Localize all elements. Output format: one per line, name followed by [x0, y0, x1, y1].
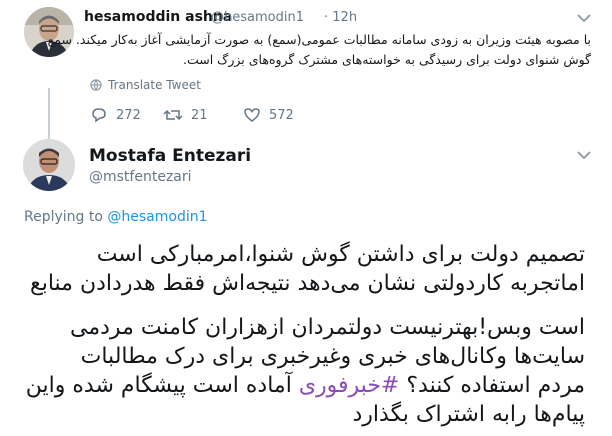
replying-to-prefix: Replying to [24, 209, 103, 225]
replying-to-mention-link[interactable]: @hesamodin1 [107, 209, 207, 225]
like-button[interactable]: 572 [243, 107, 294, 123]
main-tweet-text-line-3: است وبس!بهترنیست دولتمردان ازهزاران کامن… [70, 315, 585, 340]
main-tweet-text-line-2: اماتجربه کاردولتی نشان می‌دهد نتیجه‌اش ف… [30, 271, 585, 296]
retweet-count: 21 [191, 107, 208, 123]
timestamp-separator: · [324, 10, 329, 25]
retweet-button[interactable]: 21 [163, 107, 208, 123]
hashtag-link[interactable]: #خبرفوری [299, 373, 400, 398]
reply-count: 272 [116, 107, 141, 123]
main-tweet-menu-button[interactable] [572, 145, 596, 165]
chevron-down-icon [577, 150, 591, 159]
quoted-tweet-menu-button[interactable] [572, 8, 596, 28]
replying-to-line: Replying to @hesamodin1 [24, 209, 208, 225]
quoted-tweet-timestamp[interactable]: · 12h [324, 10, 357, 25]
main-author-name[interactable]: Mostafa Entezari [89, 146, 251, 166]
main-tweet-text-line-5: مردم استفاده کنند؟ #خبرفوری آماده است پی… [26, 371, 585, 401]
translate-tweet-label: Translate Tweet [108, 78, 201, 92]
translate-tweet-link[interactable]: Translate Tweet [90, 78, 201, 92]
chevron-down-icon [577, 13, 591, 22]
like-count: 572 [269, 107, 294, 123]
quoted-tweet-text-line-2: گوش شنوای دولت برای رسیدگی به خواسته‌های… [183, 52, 591, 67]
globe-icon [90, 79, 102, 91]
line-5-part-2: آماده است پیشگام شده واین [25, 373, 299, 398]
reply-icon [92, 108, 106, 123]
main-tweet-text-line-1: تصمیم دولت برای داشتن گوش شنوا،امرمبارکی… [96, 242, 585, 267]
main-tweet-text-line-4: سایت‌ها وکانال‌های خبری وغیرخبری برای در… [80, 344, 585, 369]
main-tweet-text-line-6: پیام‌ها رابه اشتراک بگذارد [352, 402, 585, 427]
line-5-part-1: مردم استفاده کنند؟ [399, 373, 585, 398]
reply-button[interactable]: 272 [90, 107, 141, 123]
like-icon [244, 108, 260, 122]
main-author-handle[interactable]: @mstfentezari [89, 169, 192, 185]
retweet-icon [163, 109, 183, 121]
quoted-tweet-text-line-1: با مصوبه هیئت وزیران به زودی سامانه مطال… [47, 32, 591, 47]
thread-connector-line [48, 88, 50, 144]
timestamp-value: 12h [332, 10, 358, 25]
quoted-author-handle[interactable]: @hesamodin1 [211, 10, 304, 25]
main-author-avatar[interactable] [23, 139, 75, 191]
